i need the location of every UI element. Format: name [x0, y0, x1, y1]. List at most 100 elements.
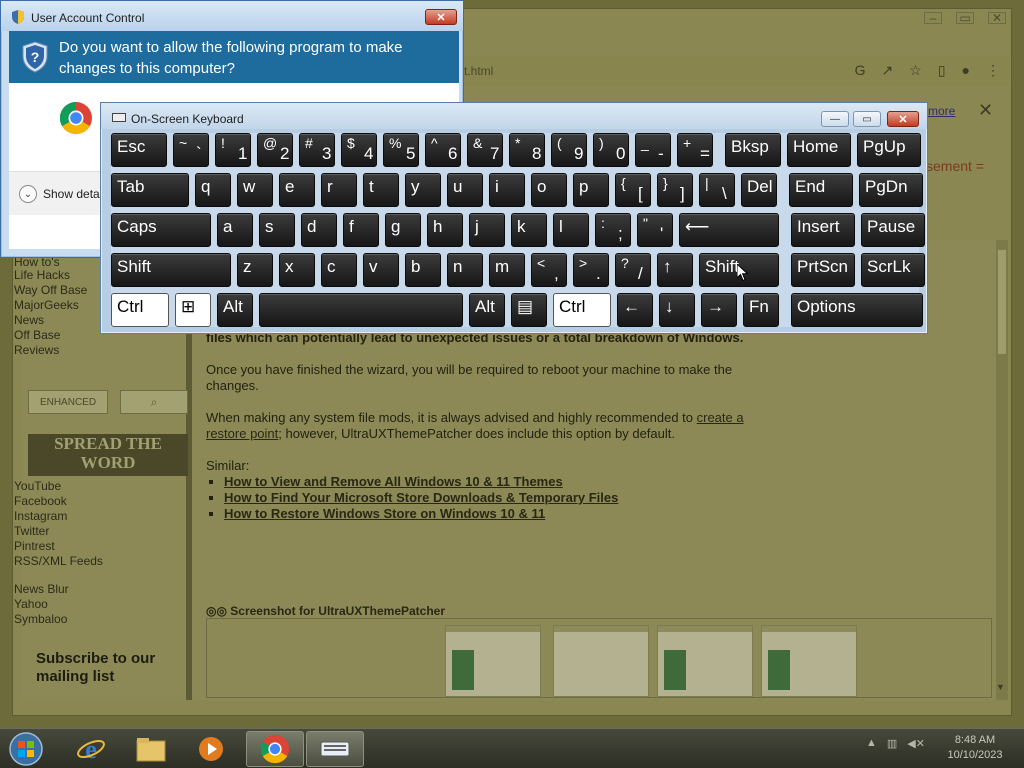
browser-maximize-icon[interactable]: ▭	[956, 11, 974, 25]
key-fn[interactable]: Fn	[743, 293, 779, 327]
similar-link[interactable]: How to Find Your Microsoft Store Downloa…	[224, 490, 618, 505]
key-symbol[interactable]: + =	[677, 133, 713, 167]
sidebar-link[interactable]: MajorGeeks	[14, 298, 79, 312]
key-a[interactable]: a	[217, 213, 253, 247]
key-7[interactable]: & 7	[467, 133, 503, 167]
key-options[interactable]: Options	[791, 293, 923, 327]
sidebar-link[interactable]: Reviews	[14, 343, 59, 357]
search-button[interactable]: ⌕	[120, 390, 188, 414]
browser-close-icon[interactable]: ✕	[988, 11, 1006, 25]
key-r[interactable]: r	[321, 173, 357, 207]
sidebar-link[interactable]: RSS/XML Feeds	[14, 554, 103, 568]
key-6[interactable]: ^ 6	[425, 133, 461, 167]
key-e[interactable]: e	[279, 173, 315, 207]
key-symbol[interactable]: ▤	[511, 293, 547, 327]
key-q[interactable]: q	[195, 173, 231, 207]
sidebar-link[interactable]: YouTube	[14, 479, 61, 493]
key-symbol[interactable]: <,	[531, 253, 567, 287]
network-icon[interactable]: ▥	[887, 737, 897, 750]
key-n[interactable]: n	[447, 253, 483, 287]
scroll-down-arrow-icon[interactable]: ▼	[996, 682, 1005, 692]
key-s[interactable]: s	[259, 213, 295, 247]
key-8[interactable]: * 8	[509, 133, 545, 167]
key-symbol[interactable]: _ -	[635, 133, 671, 167]
key-insert[interactable]: Insert	[791, 213, 855, 247]
key-home[interactable]: Home	[787, 133, 851, 167]
taskbar-internet-explorer[interactable]: e	[62, 731, 120, 767]
share-icon[interactable]: ↗	[882, 62, 894, 79]
key-v[interactable]: v	[363, 253, 399, 287]
key-4[interactable]: $4	[341, 133, 377, 167]
key-t[interactable]: t	[363, 173, 399, 207]
volume-muted-icon[interactable]: ◀✕	[907, 737, 925, 750]
key-pause[interactable]: Pause	[861, 213, 925, 247]
key-symbol[interactable]: {[	[615, 173, 651, 207]
sidebar-link[interactable]: Instagram	[14, 509, 67, 523]
key-bksp[interactable]: Bksp	[725, 133, 781, 167]
osk-maximize-button[interactable]: ▭	[853, 111, 881, 127]
key-symbol[interactable]: →	[701, 293, 737, 327]
key-f[interactable]: f	[343, 213, 379, 247]
sidebar-link[interactable]: Pintrest	[14, 539, 55, 553]
key-symbol[interactable]: ↑	[657, 253, 693, 287]
key-9[interactable]: (9	[551, 133, 587, 167]
key-symbol[interactable]: ? /	[615, 253, 651, 287]
key-caps[interactable]: Caps	[111, 213, 211, 247]
sidebar-link[interactable]: Symbaloo	[14, 612, 67, 626]
key-z[interactable]: z	[237, 253, 273, 287]
start-orb-icon[interactable]	[4, 731, 48, 767]
screenshot-thumbnail[interactable]	[553, 625, 649, 697]
key-symbol[interactable]: ↓	[659, 293, 695, 327]
key-symbol[interactable]: ⟵	[679, 213, 779, 247]
menu-dots-icon[interactable]: ⋮	[986, 62, 1000, 79]
osk-close-button[interactable]: ✕	[887, 111, 919, 127]
taskbar-file-explorer[interactable]	[122, 731, 180, 767]
key-esc[interactable]: Esc	[111, 133, 167, 167]
chevron-down-icon[interactable]: ⌄	[19, 185, 37, 203]
key-alt[interactable]: Alt	[469, 293, 505, 327]
key-symbol[interactable]: " '	[637, 213, 673, 247]
key-c[interactable]: c	[321, 253, 357, 287]
key-3[interactable]: #3	[299, 133, 335, 167]
key-1[interactable]: ! 1	[215, 133, 251, 167]
key-o[interactable]: o	[531, 173, 567, 207]
scrollbar-thumb[interactable]	[998, 250, 1006, 354]
address-bar[interactable]: t.html G ↗ ☆ ▯ ● ⋮	[460, 56, 1010, 86]
similar-link[interactable]: How to Restore Windows Store on Windows …	[224, 506, 545, 521]
read-more-link[interactable]: more	[928, 104, 955, 118]
key-p[interactable]: p	[573, 173, 609, 207]
taskbar-on-screen-keyboard[interactable]	[306, 731, 364, 767]
key-w[interactable]: w	[237, 173, 273, 207]
taskbar-chrome[interactable]	[246, 731, 304, 767]
key-space[interactable]	[259, 293, 463, 327]
sidebar-link[interactable]: Twitter	[14, 524, 49, 538]
show-hidden-icons-icon[interactable]: ▲	[866, 737, 877, 750]
key-b[interactable]: b	[405, 253, 441, 287]
key-symbol[interactable]: | \	[699, 173, 735, 207]
key-h[interactable]: h	[427, 213, 463, 247]
show-details-label[interactable]: Show detai	[43, 187, 102, 201]
sidebar-link[interactable]: Off Base	[14, 328, 60, 342]
search-enhanced-field[interactable]: ENHANCED	[28, 390, 108, 414]
google-icon[interactable]: G	[855, 62, 866, 79]
bookmark-star-icon[interactable]: ☆	[909, 62, 922, 79]
screenshot-thumbnail[interactable]	[657, 625, 753, 697]
key-l[interactable]: l	[553, 213, 589, 247]
similar-link[interactable]: How to View and Remove All Windows 10 & …	[224, 474, 563, 489]
key-2[interactable]: @2	[257, 133, 293, 167]
key-x[interactable]: x	[279, 253, 315, 287]
key-i[interactable]: i	[489, 173, 525, 207]
banner-close-icon[interactable]: ✕	[978, 100, 993, 121]
profile-icon[interactable]: ●	[962, 62, 970, 79]
key-5[interactable]: % 5	[383, 133, 419, 167]
key-shift[interactable]: Shift	[111, 253, 231, 287]
key-symbol[interactable]: >.	[573, 253, 609, 287]
key-alt[interactable]: Alt	[217, 293, 253, 327]
uac-titlebar[interactable]: User Account Control ✕	[1, 1, 463, 31]
sidebar-link[interactable]: Way Off Base	[14, 283, 87, 297]
screenshot-thumbnail[interactable]	[761, 625, 857, 697]
sidebar-link[interactable]: Life Hacks	[14, 268, 70, 282]
key-del[interactable]: Del	[741, 173, 777, 207]
key-ctrl[interactable]: Ctrl	[553, 293, 611, 327]
sidebar-link[interactable]: Facebook	[14, 494, 67, 508]
